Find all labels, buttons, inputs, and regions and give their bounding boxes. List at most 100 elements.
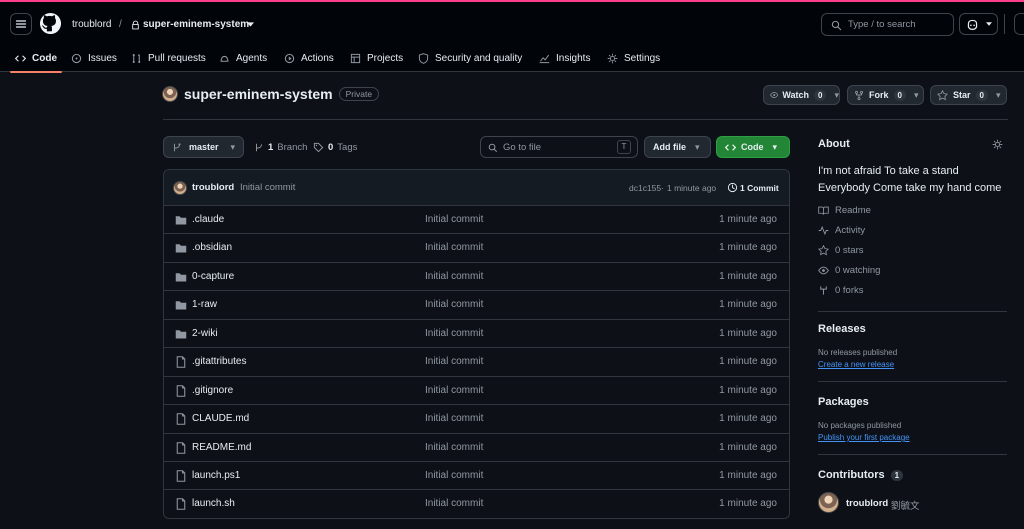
- code-button-icon: [725, 143, 736, 151]
- tab-issues[interactable]: Issues: [71, 43, 117, 73]
- releases-heading[interactable]: Releases: [818, 323, 866, 335]
- file-row[interactable]: .claude Initial commit 1 minute ago: [164, 206, 789, 235]
- tab-agents[interactable]: Agents: [219, 43, 267, 73]
- file-commit-message[interactable]: Initial commit: [425, 385, 483, 396]
- tab-actions[interactable]: Actions: [284, 43, 334, 73]
- publish-package-link[interactable]: Publish your first package: [818, 433, 910, 442]
- contributor-display-name: 劉毓文: [891, 501, 920, 512]
- file-commit-message[interactable]: Initial commit: [425, 413, 483, 424]
- file-updated-time: 1 minute ago: [719, 270, 777, 282]
- file-commit-message[interactable]: Initial commit: [425, 242, 483, 253]
- forks-link[interactable]: 0 forks: [818, 285, 864, 296]
- fork-icon: [854, 90, 864, 100]
- packages-heading[interactable]: Packages: [818, 396, 869, 408]
- commit-count[interactable]: 1 Commit: [740, 183, 779, 193]
- packages-empty-text: No packages published: [818, 421, 902, 430]
- tab-security-and-quality[interactable]: Security and quality: [418, 43, 522, 73]
- keyboard-shortcut-badge: T: [617, 140, 631, 154]
- folder-icon: [175, 301, 187, 310]
- file-name[interactable]: .obsidian: [192, 242, 232, 253]
- contributors-heading[interactable]: Contributors 1: [818, 469, 904, 481]
- contributor-username[interactable]: troublord: [846, 498, 888, 509]
- contributors-count: 1: [890, 469, 904, 481]
- tab-insights[interactable]: Insights: [539, 43, 590, 73]
- stars-link[interactable]: 0 stars: [818, 245, 864, 256]
- tab-code[interactable]: Code: [10, 43, 62, 73]
- file-commit-message[interactable]: Initial commit: [425, 299, 483, 310]
- branch-count-number: 1: [268, 142, 274, 153]
- file-name[interactable]: CLAUDE.md: [192, 413, 249, 424]
- add-file-button[interactable]: Add file ▾: [644, 136, 711, 158]
- contributor-avatar[interactable]: [818, 492, 839, 513]
- create-release-link[interactable]: Create a new release: [818, 360, 894, 369]
- repo-link[interactable]: super-eminem-system: [143, 19, 249, 30]
- tag-count[interactable]: 0 Tags: [313, 142, 357, 153]
- file-name[interactable]: .claude: [192, 214, 224, 225]
- owner-avatar[interactable]: [162, 86, 178, 102]
- go-to-file-input[interactable]: Go to file T: [480, 136, 638, 158]
- tab-settings[interactable]: Settings: [607, 43, 660, 73]
- branch-selector[interactable]: master ▾: [163, 136, 244, 158]
- commit-author-avatar[interactable]: [173, 181, 187, 195]
- file-commit-message[interactable]: Initial commit: [425, 328, 483, 339]
- readme-link[interactable]: Readme: [818, 205, 871, 216]
- commit-message[interactable]: Initial commit: [240, 182, 295, 193]
- watching-link[interactable]: 0 watching: [818, 265, 880, 276]
- watch-button[interactable]: Watch 0 ▾: [763, 85, 840, 105]
- commit-hash[interactable]: dc1c155: [629, 183, 661, 193]
- file-row[interactable]: 2-wiki Initial commit 1 minute ago: [164, 320, 789, 349]
- repository-name[interactable]: super-eminem-system: [184, 86, 333, 102]
- about-settings-gear-icon[interactable]: [992, 139, 1003, 150]
- file-icon: [176, 384, 186, 397]
- file-name[interactable]: .gitignore: [192, 385, 233, 396]
- fork-button[interactable]: Fork 0 ▾: [847, 85, 924, 105]
- file-row[interactable]: .gitignore Initial commit 1 minute ago: [164, 377, 789, 406]
- file-commit-message[interactable]: Initial commit: [425, 271, 483, 282]
- file-row[interactable]: CLAUDE.md Initial commit 1 minute ago: [164, 405, 789, 434]
- file-name[interactable]: .gitattributes: [192, 356, 246, 367]
- tab-security-label: Security and quality: [435, 52, 523, 64]
- menu-button[interactable]: [10, 13, 32, 35]
- file-commit-message[interactable]: Initial commit: [425, 214, 483, 225]
- tab-projects[interactable]: Projects: [350, 43, 403, 73]
- file-updated-time: 1 minute ago: [719, 441, 777, 453]
- watch-label: Watch: [782, 90, 810, 100]
- file-row[interactable]: launch.ps1 Initial commit 1 minute ago: [164, 462, 789, 491]
- github-logo-icon[interactable]: [39, 12, 62, 35]
- owner-link[interactable]: troublord: [72, 19, 111, 30]
- code-button[interactable]: Code ▾: [716, 136, 790, 158]
- file-icon: [176, 356, 186, 368]
- file-row[interactable]: 1-raw Initial commit 1 minute ago: [164, 291, 789, 320]
- tab-pull-requests[interactable]: Pull requests: [131, 43, 206, 73]
- repo-dropdown-chevron-icon[interactable]: [247, 22, 254, 27]
- commit-author[interactable]: troublord: [192, 182, 234, 193]
- file-name[interactable]: 1-raw: [192, 299, 217, 310]
- copilot-button[interactable]: [959, 13, 998, 35]
- file-name[interactable]: launch.ps1: [192, 470, 240, 481]
- file-commit-message[interactable]: Initial commit: [425, 470, 483, 481]
- file-row[interactable]: README.md Initial commit 1 minute ago: [164, 434, 789, 462]
- file-row[interactable]: 0-capture Initial commit 1 minute ago: [164, 263, 789, 292]
- branch-count-icon: [256, 143, 262, 152]
- file-search-icon: [488, 143, 498, 153]
- file-updated-time: 1 minute ago: [719, 469, 777, 481]
- file-commit-message[interactable]: Initial commit: [425, 356, 483, 367]
- file-row[interactable]: launch.sh Initial commit 1 minute ago: [164, 490, 789, 518]
- branch-count[interactable]: 1 Branch: [254, 142, 307, 153]
- file-name[interactable]: 0-capture: [192, 271, 234, 282]
- file-commit-message[interactable]: Initial commit: [425, 442, 483, 453]
- search-input[interactable]: Type / to search: [821, 13, 954, 36]
- create-button[interactable]: [1014, 13, 1024, 35]
- file-commit-message[interactable]: Initial commit: [425, 498, 483, 509]
- commit-time: 1 minute ago: [667, 183, 717, 193]
- file-name[interactable]: launch.sh: [192, 498, 235, 509]
- file-icon: [176, 498, 186, 511]
- star-button[interactable]: Star 0 ▾: [930, 85, 1007, 105]
- file-row[interactable]: .gitattributes Initial commit 1 minute ago: [164, 348, 789, 377]
- tab-projects-label: Projects: [367, 52, 404, 64]
- activity-link[interactable]: Activity: [818, 225, 865, 236]
- file-row[interactable]: .obsidian Initial commit 1 minute ago: [164, 234, 789, 263]
- file-name[interactable]: README.md: [192, 442, 251, 453]
- eye-icon: [770, 92, 779, 98]
- file-name[interactable]: 2-wiki: [192, 328, 218, 339]
